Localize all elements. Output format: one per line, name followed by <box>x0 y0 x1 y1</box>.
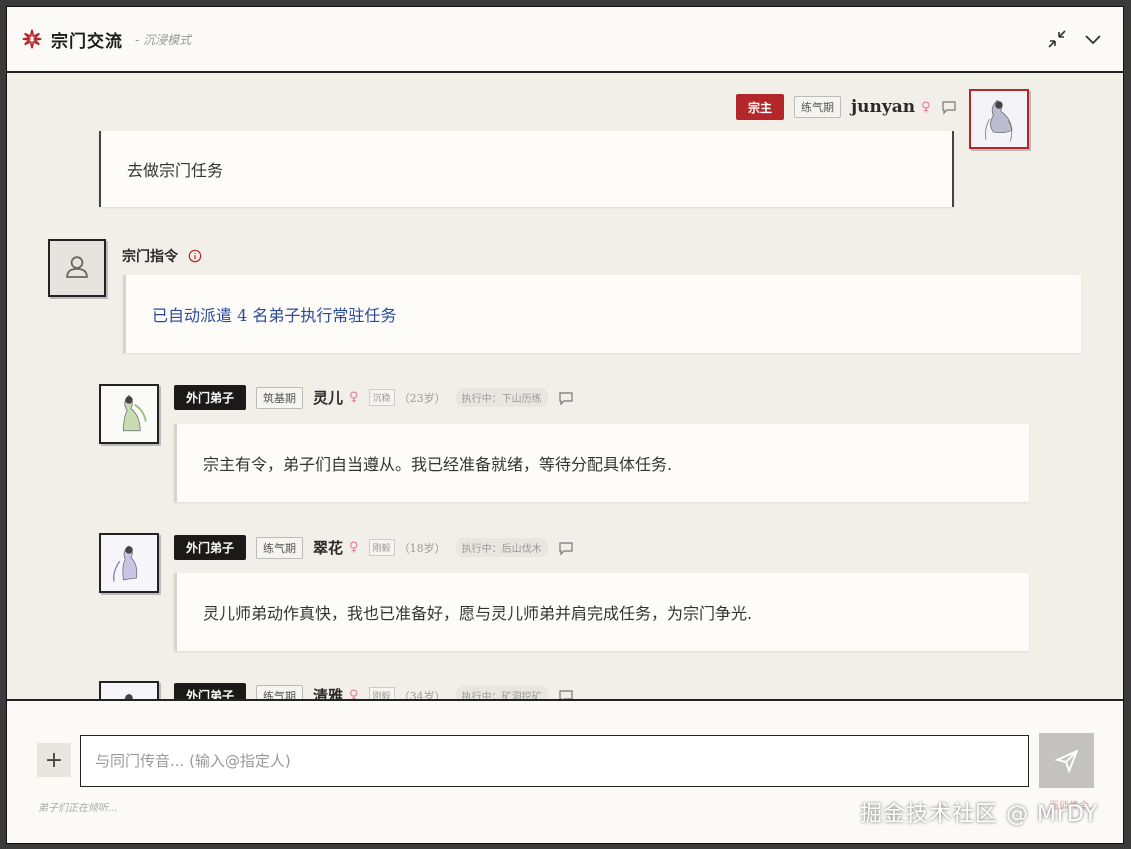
reply-icon[interactable] <box>558 688 574 700</box>
message-meta: 宗门指令 <box>122 246 202 266</box>
age-label: （34岁） <box>398 689 446 700</box>
chevron-down-icon <box>1085 35 1101 45</box>
rank-badge: 练气期 <box>256 536 304 559</box>
gender-icon: ♀ <box>349 540 359 555</box>
message-list[interactable]: 宗主 练气期 junyan ♀ 去做宗门任务 宗门指令 已自动派遣 4 名弟子执… <box>7 73 1123 699</box>
collapse-button[interactable] <box>1081 27 1105 51</box>
message-bubble: 去做宗门任务 <box>99 131 954 207</box>
task-badge: 执行中：后山伐木 <box>455 538 548 557</box>
system-avatar <box>48 239 106 297</box>
minimize-icon <box>1048 30 1066 48</box>
avatar[interactable] <box>99 384 159 444</box>
chat-window: 宗门交流 - 沉浸模式 宗主 练气期 junyan ♀ 去做宗门任务 宗门指令 … <box>6 6 1124 844</box>
message-text: 宗主有令，弟子们自当遵从。我已经准备就绪，等待分配具体任务. <box>203 455 673 474</box>
task-badge: 执行中：下山历练 <box>455 388 548 407</box>
task-badge: 执行中：矿洞挖矿 <box>455 686 548 699</box>
message-text: 已自动派遣 4 名弟子执行常驻任务 <box>152 306 397 325</box>
status-badge: 刚毅 <box>368 687 395 699</box>
status-badge: 刚毅 <box>368 539 395 556</box>
gender-icon: ♀ <box>349 688 359 699</box>
age-label: （23岁） <box>398 391 446 405</box>
watermark: 掘金技术社区 @ MrDY <box>860 802 1099 827</box>
rank-badge: 筑基期 <box>256 386 304 409</box>
gender-icon: ♀ <box>349 390 359 405</box>
add-attachment-button[interactable]: + <box>37 743 71 777</box>
role-tag: 外门弟子 <box>174 683 247 699</box>
status-badge: 沉稳 <box>368 389 395 406</box>
sender-name[interactable]: junyan <box>851 97 915 117</box>
minimize-button[interactable] <box>1045 27 1069 51</box>
cultivator-portrait-icon <box>101 386 157 442</box>
page-title: 宗门交流 <box>51 31 123 52</box>
avatar[interactable] <box>99 533 159 593</box>
reply-icon[interactable] <box>558 390 574 406</box>
reply-icon[interactable] <box>941 99 957 115</box>
role-tag: 外门弟子 <box>174 385 247 410</box>
message-meta: 外门弟子 练气期 翠花 ♀ 刚毅 （18岁） 执行中：后山伐木 <box>174 535 574 560</box>
rank-badge: 练气期 <box>256 684 304 699</box>
reply-icon[interactable] <box>558 540 574 556</box>
send-button[interactable] <box>1039 733 1094 788</box>
sender-name: 宗门指令 <box>122 249 178 265</box>
age-label: （18岁） <box>398 541 446 555</box>
sender-name[interactable]: 清雅 <box>313 685 343 699</box>
gender-icon: ♀ <box>921 99 931 115</box>
user-icon <box>66 256 88 278</box>
page-subtitle: - 沉浸模式 <box>135 32 192 47</box>
message-meta: 外门弟子 练气期 清雅 ♀ 刚毅 （34岁） 执行中：矿洞挖矿 <box>174 683 574 699</box>
send-icon <box>1053 748 1079 773</box>
sender-name[interactable]: 灵儿 <box>313 387 343 408</box>
sect-logo-icon <box>22 29 42 49</box>
cultivator-portrait-icon <box>101 535 157 591</box>
message-input[interactable] <box>80 735 1029 787</box>
typing-hint: 弟子们正在倾听... <box>38 803 118 814</box>
role-tag: 宗主 <box>736 94 785 120</box>
message-meta: 外门弟子 筑基期 灵儿 ♀ 沉稳 （23岁） 执行中：下山历练 <box>174 385 574 410</box>
cultivator-portrait-icon <box>101 683 157 699</box>
info-icon[interactable] <box>188 249 202 263</box>
cultivator-portrait-icon <box>971 91 1027 147</box>
message-meta: 宗主 练气期 junyan ♀ <box>736 94 957 120</box>
sender-name[interactable]: 翠花 <box>313 537 343 558</box>
message-bubble: 宗主有令，弟子们自当遵从。我已经准备就绪，等待分配具体任务. <box>174 424 1029 502</box>
message-text: 去做宗门任务 <box>127 161 224 180</box>
system-message-bubble: 已自动派遣 4 名弟子执行常驻任务 <box>123 275 1081 353</box>
avatar[interactable] <box>969 89 1029 149</box>
message-text: 灵儿师弟动作真快，我也已准备好，愿与灵儿师弟并肩完成任务，为宗门争光. <box>203 604 753 623</box>
avatar[interactable] <box>99 681 159 699</box>
plus-icon: + <box>44 747 64 773</box>
rank-badge: 练气期 <box>794 96 842 118</box>
message-bubble: 灵儿师弟动作真快，我也已准备好，愿与灵儿师弟并肩完成任务，为宗门争光. <box>174 573 1029 651</box>
header: 宗门交流 - 沉浸模式 <box>7 7 1123 73</box>
role-tag: 外门弟子 <box>174 535 247 560</box>
